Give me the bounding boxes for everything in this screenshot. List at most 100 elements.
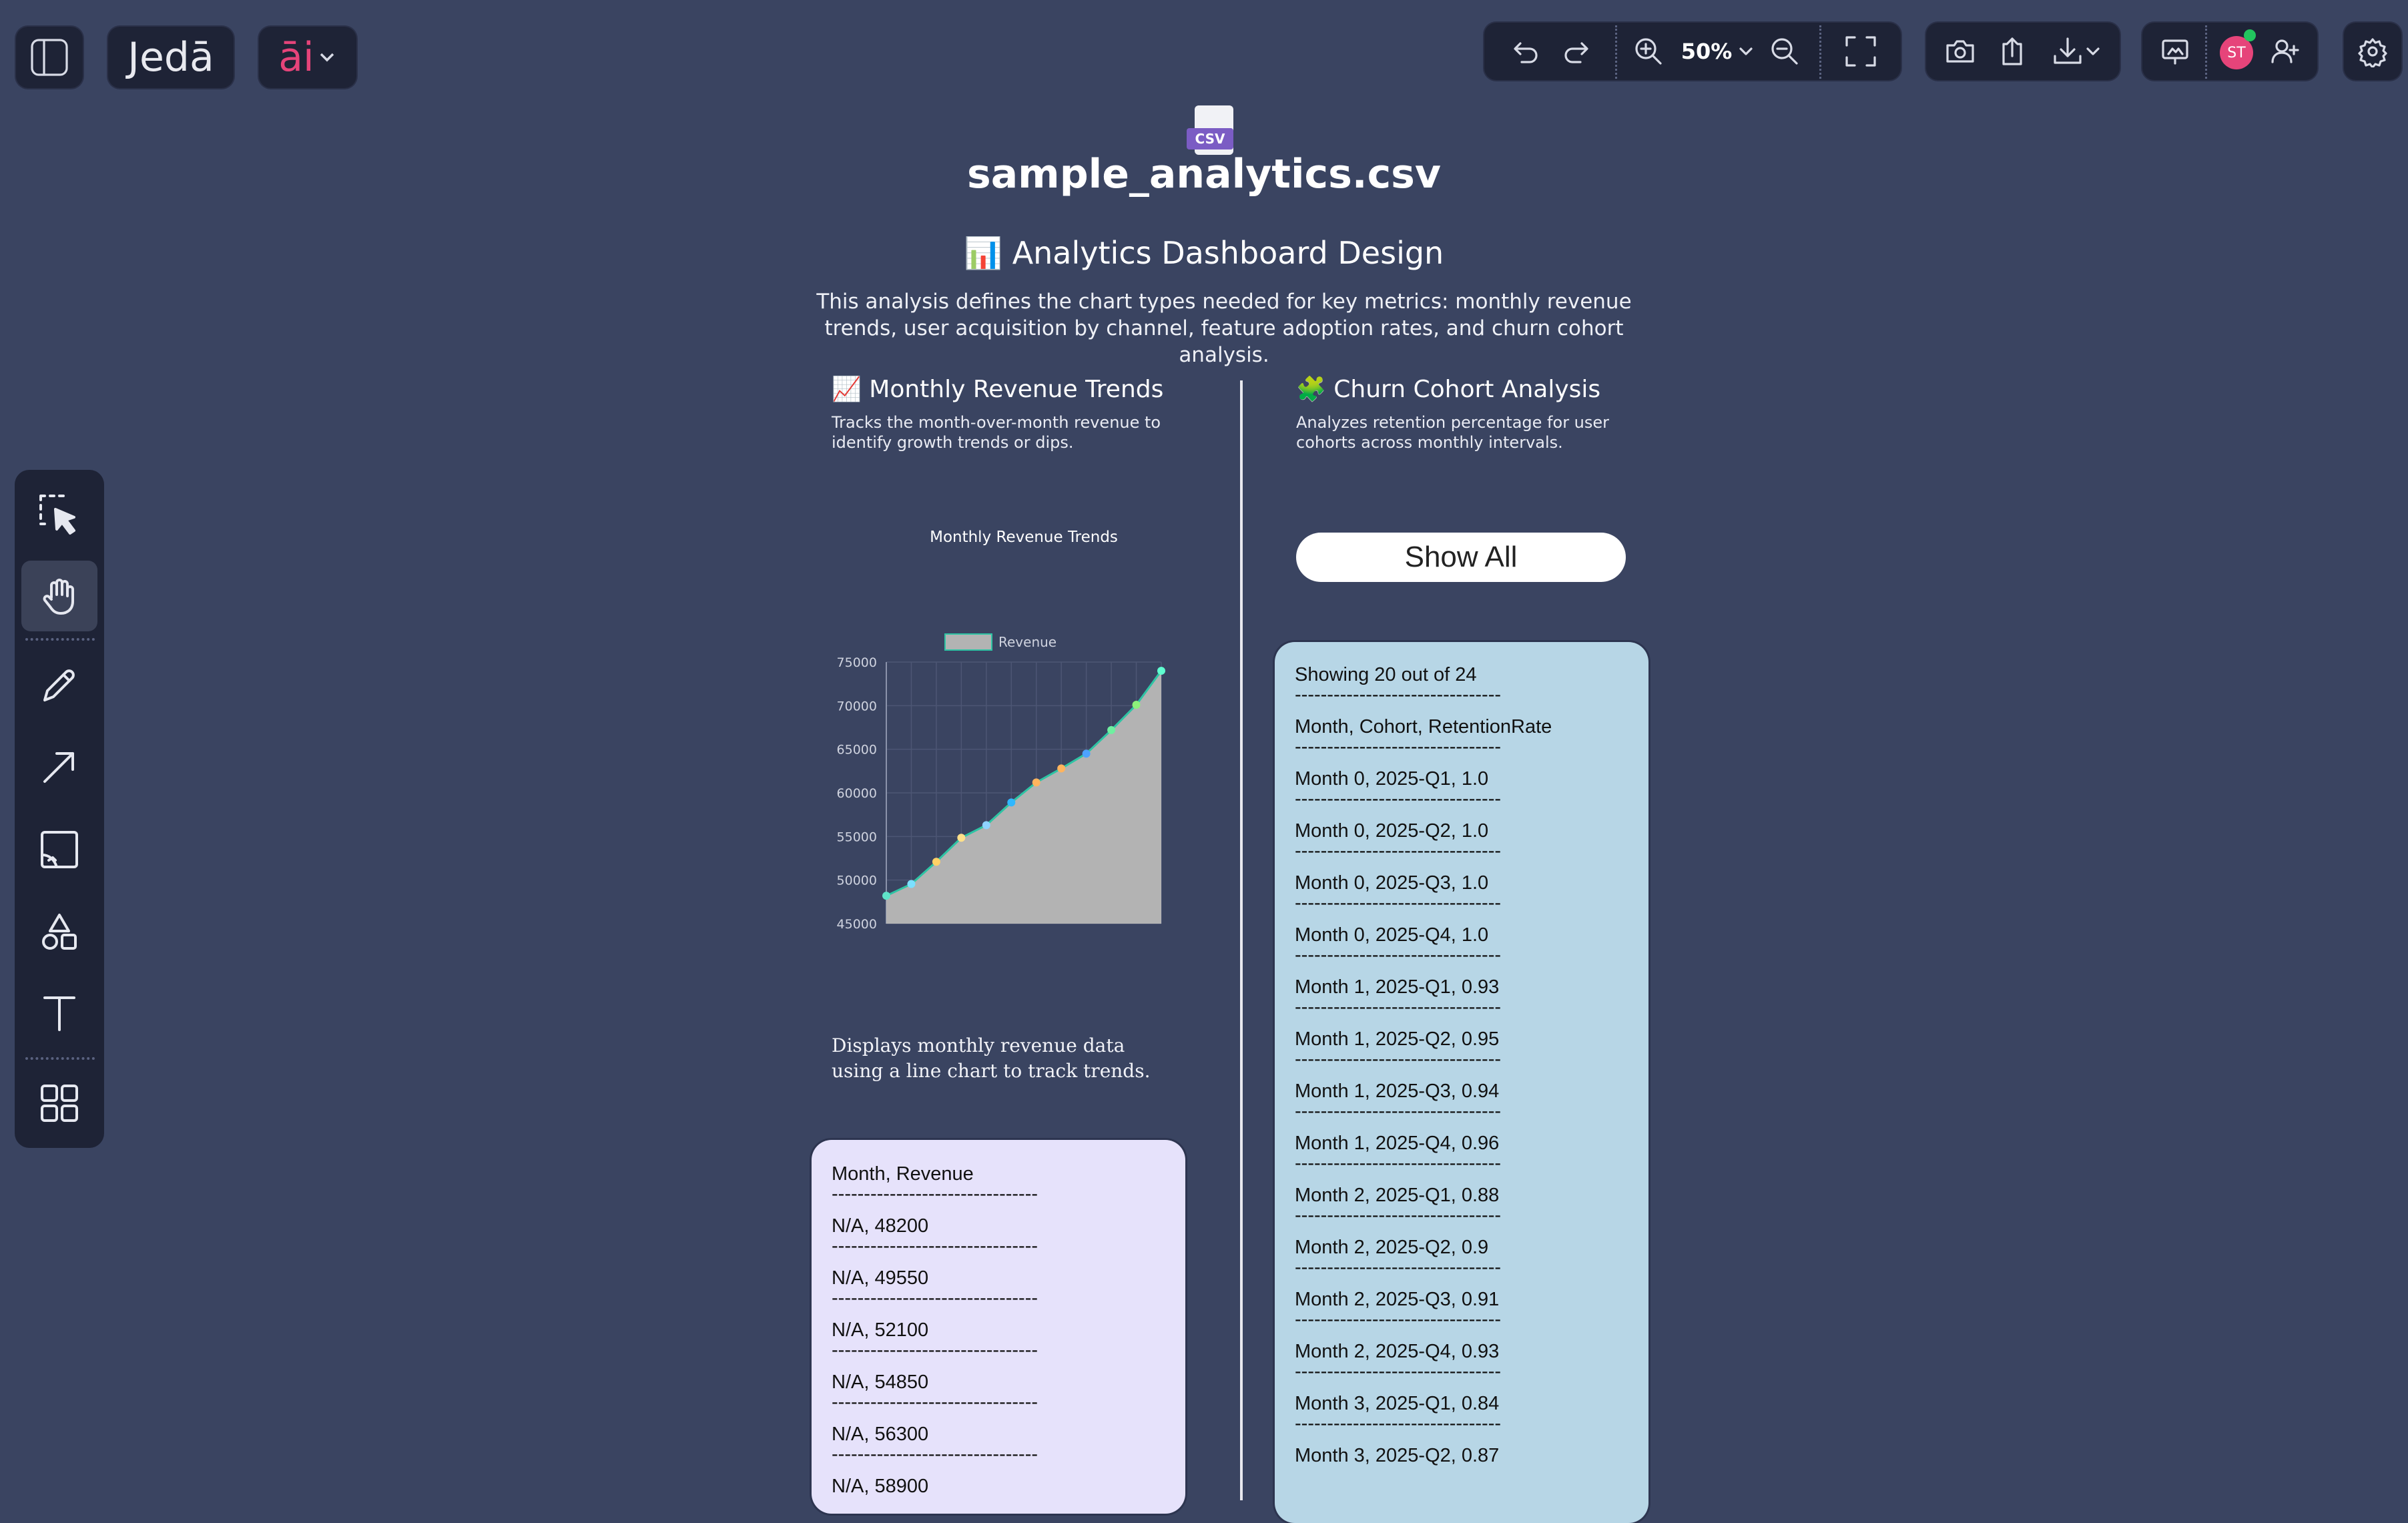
row-divider: --------------------------------: [1295, 1417, 1502, 1434]
row-divider: --------------------------------: [1295, 1105, 1502, 1122]
y-tick-label: 60000: [837, 786, 877, 801]
shapes-tool[interactable]: [21, 897, 97, 968]
data-point: [932, 858, 940, 866]
legend-label: Revenue: [998, 634, 1057, 650]
hand-tool[interactable]: [21, 561, 97, 631]
data-point: [982, 821, 990, 830]
data-point: [1132, 701, 1141, 709]
undo-icon: [1514, 42, 1538, 63]
table-row: Month 2, 2025-Q1, 0.88: [1295, 1185, 1500, 1206]
y-tick-label: 55000: [837, 830, 877, 844]
zoom-level-dropdown[interactable]: 50%: [1678, 23, 1758, 80]
jeda-logo-text: Jedā: [127, 34, 214, 81]
csv-file-icon: CSV: [1187, 105, 1241, 158]
table-row: Month 1, 2025-Q3, 0.94: [1295, 1081, 1500, 1102]
table-row: Month 3, 2025-Q2, 0.87: [1295, 1445, 1500, 1466]
zoom-out-icon: [1771, 38, 1798, 65]
churn-section-subtitle: Analyzes retention percentage for user c…: [1296, 413, 1610, 452]
row-divider: --------------------------------: [832, 1187, 1038, 1205]
zoom-toolbar: 50%: [1484, 23, 1901, 80]
row-divider: --------------------------------: [832, 1343, 1038, 1361]
table-row: Month 2, 2025-Q4, 0.93: [1295, 1341, 1500, 1362]
churn-table-card: Showing 20 out of 24 --------------------…: [1275, 642, 1648, 1523]
settings-button[interactable]: [2344, 23, 2401, 80]
row-divider: --------------------------------: [1295, 844, 1502, 862]
pencil-tool[interactable]: [21, 650, 97, 721]
table-row: N/A, 52100: [832, 1319, 929, 1341]
shapes-icon: [42, 914, 77, 950]
row-divider: --------------------------------: [1295, 896, 1502, 914]
dashboard-heading: 📊 Analytics Dashboard Design: [0, 235, 2408, 272]
zoom-in-button[interactable]: [1622, 23, 1675, 80]
select-icon: [39, 495, 75, 535]
chevron-down-icon: [2086, 47, 2100, 55]
download-button[interactable]: [2040, 23, 2113, 80]
row-divider: --------------------------------: [1295, 740, 1502, 757]
row-divider: --------------------------------: [1295, 1313, 1502, 1330]
online-status-dot: [2244, 29, 2256, 41]
screenshot-button[interactable]: [1935, 23, 1985, 80]
y-tick-label: 75000: [837, 655, 877, 670]
fit-screen-icon: [1845, 36, 1876, 67]
select-tool[interactable]: [21, 479, 97, 550]
row-divider: --------------------------------: [1295, 1365, 1502, 1382]
avatar-initials: ST: [2227, 44, 2246, 61]
table-header: Month, Revenue: [832, 1163, 974, 1185]
row-divider: --------------------------------: [1295, 1209, 1502, 1226]
share-button[interactable]: [1988, 23, 2037, 80]
jeda-logo[interactable]: Jedā: [108, 27, 234, 88]
fit-screen-button[interactable]: [1831, 23, 1890, 80]
y-tick-label: 65000: [837, 743, 877, 757]
row-count-text: Showing 20 out of 24: [1295, 664, 1477, 685]
revenue-section-subtitle: Tracks the month-over-month revenue to i…: [832, 413, 1161, 452]
add-user-button[interactable]: [2261, 23, 2308, 80]
table-row: Month 0, 2025-Q3, 1.0: [1295, 872, 1489, 894]
table-row: N/A, 48200: [832, 1215, 929, 1237]
present-button[interactable]: [2150, 23, 2200, 80]
chevron-down-icon: [1739, 47, 1753, 55]
table-row: N/A, 49550: [832, 1267, 929, 1289]
present-icon: [2162, 39, 2188, 65]
text-tool[interactable]: [21, 977, 97, 1048]
churn-section-title: 🧩 Churn Cohort Analysis: [1296, 375, 1600, 403]
row-divider: --------------------------------: [832, 1396, 1038, 1413]
ai-menu-button[interactable]: āi: [259, 27, 356, 88]
row-divider: --------------------------------: [1295, 792, 1502, 810]
redo-button[interactable]: [1551, 23, 1604, 80]
components-tool[interactable]: [21, 1068, 97, 1139]
legend-swatch: [944, 633, 992, 651]
puzzle-emoji-icon: 🧩: [1296, 376, 1326, 403]
table-row: Month 3, 2025-Q1, 0.84: [1295, 1393, 1500, 1414]
arrow-icon: [43, 752, 74, 783]
show-all-button[interactable]: Show All: [1296, 533, 1626, 582]
redo-icon: [1564, 42, 1588, 63]
chart-up-emoji-icon: 📈: [832, 376, 862, 403]
file-name: sample_analytics.csv: [966, 151, 1441, 198]
sidebar-toggle-button[interactable]: [16, 27, 83, 88]
data-point: [957, 834, 966, 842]
dashboard-heading-text: Analytics Dashboard Design: [1012, 235, 1444, 271]
revenue-chart-description: Displays monthly revenue data using a li…: [832, 1034, 1151, 1082]
image-tool[interactable]: [21, 814, 97, 885]
gear-icon: [2358, 38, 2387, 67]
image-icon: [41, 831, 78, 868]
csv-icon-label: CSV: [1195, 131, 1225, 147]
y-tick-label: 70000: [837, 699, 877, 713]
churn-title-text: Churn Cohort Analysis: [1333, 376, 1601, 403]
table-row: N/A, 56300: [832, 1424, 929, 1445]
dashboard-description: This analysis defines the chart types ne…: [816, 290, 1632, 367]
revenue-title-text: Monthly Revenue Trends: [869, 376, 1164, 403]
chart-title: Monthly Revenue Trends: [930, 529, 1118, 546]
export-toolbar: [1926, 23, 2120, 80]
revenue-area: [886, 671, 1161, 924]
data-point: [1107, 725, 1116, 734]
undo-button[interactable]: [1498, 23, 1551, 80]
arrow-tool[interactable]: [21, 731, 97, 802]
zoom-out-button[interactable]: [1758, 23, 1811, 80]
data-point: [907, 880, 916, 888]
data-point: [1157, 667, 1165, 675]
row-divider: --------------------------------: [1295, 1157, 1502, 1174]
chart-emoji-icon: 📊: [964, 235, 1003, 271]
collaboration-toolbar: ST: [2142, 23, 2317, 80]
chevron-down-icon: [320, 53, 334, 62]
